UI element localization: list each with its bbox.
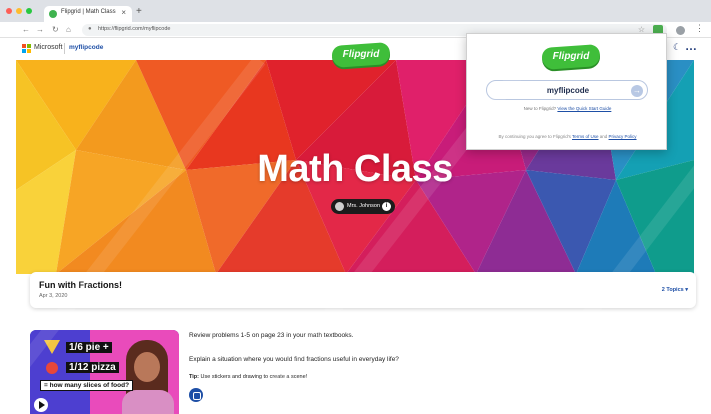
info-icon[interactable]: i bbox=[382, 202, 391, 211]
legal-prefix: By continuing you agree to Flipgrid's bbox=[498, 134, 573, 139]
tab-title: Flipgrid | Math Class bbox=[61, 9, 116, 15]
flip-code-input[interactable]: myflipcode → bbox=[486, 80, 648, 100]
moon-icon[interactable]: ☾ bbox=[673, 42, 681, 53]
arrow-right-icon[interactable]: → bbox=[631, 85, 643, 97]
flipgrid-logo[interactable]: Flipgrid bbox=[331, 42, 391, 70]
microsoft-label[interactable]: Microsoft bbox=[34, 44, 62, 51]
teacher-name: Mrs. Johnson bbox=[347, 203, 381, 209]
topic-card: Fun with Fractions! Apr 3, 2020 2 Topics… bbox=[30, 272, 696, 308]
flip-code-value: myflipcode bbox=[546, 86, 590, 95]
popup-flipgrid-logo: Flipgrid bbox=[541, 44, 601, 72]
reload-icon[interactable]: ↻ bbox=[52, 24, 59, 36]
topic-video[interactable]: 1/6 pie + 1/12 pizza = how many slices o… bbox=[30, 330, 179, 414]
topic-tip: Tip: Use stickers and drawing to create … bbox=[189, 374, 307, 380]
legal-and: and bbox=[598, 134, 609, 139]
url-text: https://flipgrid.com/myflipcode bbox=[98, 26, 171, 32]
close-icon[interactable]: × bbox=[121, 8, 126, 17]
forward-icon[interactable]: → bbox=[36, 24, 44, 36]
lock-icon: ● bbox=[88, 26, 92, 32]
microsoft-logo-icon bbox=[22, 44, 31, 53]
maximize-window-icon[interactable] bbox=[26, 8, 32, 14]
popup-logo-text: Flipgrid bbox=[552, 51, 590, 62]
tab-favicon-icon bbox=[49, 10, 57, 18]
browser-tabbar: Flipgrid | Math Class × + bbox=[0, 0, 711, 22]
topic-title: Fun with Fractions! bbox=[39, 280, 122, 290]
flipcode-link[interactable]: myflipcode bbox=[69, 44, 103, 51]
tip-label: Tip: bbox=[189, 374, 199, 380]
menu-icon[interactable]: ⋮ bbox=[695, 23, 704, 34]
avatar bbox=[335, 202, 344, 211]
home-icon[interactable]: ⌂ bbox=[66, 24, 71, 36]
close-window-icon[interactable] bbox=[6, 8, 12, 14]
video-label-3: = how many slices of food? bbox=[40, 380, 134, 391]
topic-prompt-line-2: Explain a situation where you would find… bbox=[189, 356, 399, 363]
page-title: Math Class bbox=[257, 148, 453, 190]
terms-link[interactable]: Terms of Use bbox=[572, 134, 599, 139]
more-icon[interactable]: … bbox=[685, 39, 697, 53]
legal-text: By continuing you agree to Flipgrid's Te… bbox=[467, 134, 668, 139]
topics-toggle[interactable]: 2 Topics ▾ bbox=[662, 287, 688, 293]
divider bbox=[64, 43, 65, 54]
tip-text: Use stickers and drawing to create a sce… bbox=[198, 374, 308, 380]
teacher-badge[interactable]: Mrs. Johnson i bbox=[331, 199, 395, 214]
join-popup: Flipgrid myflipcode → New to Flipgrid? V… bbox=[466, 33, 667, 150]
profile-icon[interactable] bbox=[676, 26, 685, 35]
topic-date: Apr 3, 2020 bbox=[39, 293, 68, 299]
presenter-shirt bbox=[122, 390, 174, 414]
back-icon[interactable]: ← bbox=[22, 24, 30, 36]
record-icon[interactable] bbox=[189, 388, 203, 402]
video-label-2: 1/12 pizza bbox=[66, 362, 119, 373]
new-user-hint: New to Flipgrid? View the Quick Start Gu… bbox=[467, 106, 668, 111]
minimize-window-icon[interactable] bbox=[16, 8, 22, 14]
presenter-face bbox=[134, 352, 160, 382]
flipgrid-logo-text: Flipgrid bbox=[342, 49, 380, 60]
screen: Flipgrid | Math Class × + ← → ↻ ⌂ ● http… bbox=[0, 0, 711, 414]
pizza-icon bbox=[46, 362, 58, 374]
topic-prompt-line-1: Review problems 1-5 on page 23 in your m… bbox=[189, 332, 354, 339]
privacy-link[interactable]: Privacy Policy bbox=[609, 134, 637, 139]
video-label-1: 1/6 pie + bbox=[66, 342, 112, 353]
quick-start-link[interactable]: View the Quick Start Guide bbox=[557, 106, 611, 111]
plus-icon[interactable]: + bbox=[136, 7, 142, 17]
browser-tab[interactable]: Flipgrid | Math Class × bbox=[44, 6, 132, 22]
play-icon[interactable] bbox=[34, 398, 48, 412]
new-prefix: New to Flipgrid? bbox=[523, 106, 558, 111]
